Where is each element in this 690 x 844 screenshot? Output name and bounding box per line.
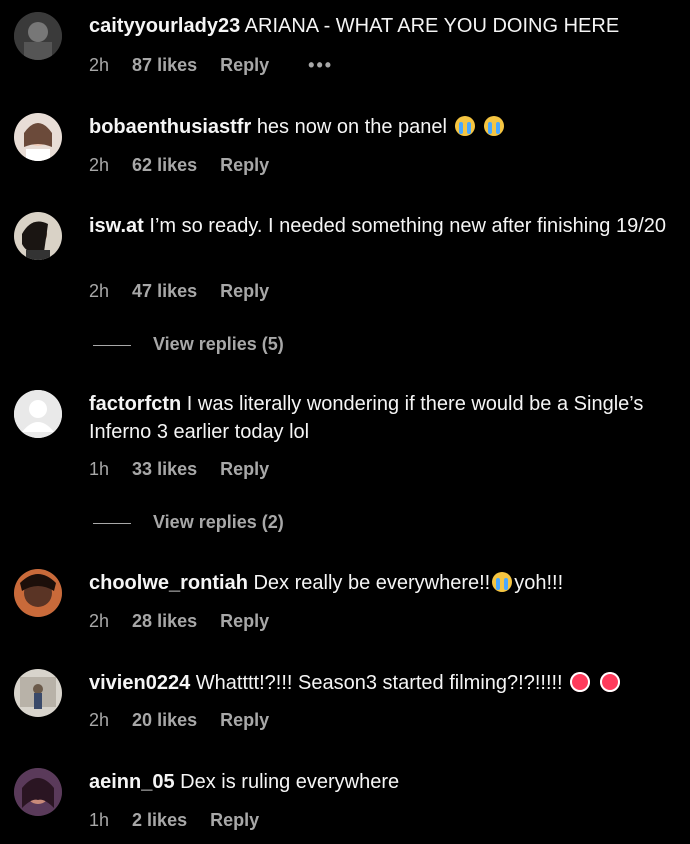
comment-username[interactable]: aeinn_05 [89,771,175,793]
comment-meta: 2h 20 likes Reply [89,710,287,731]
avatar[interactable] [14,12,62,60]
view-replies-label: View replies (2) [153,512,284,532]
comment-username[interactable]: vivien0224 [89,672,190,694]
likes-count[interactable]: 33 likes [132,459,197,479]
heart-emoji [570,672,591,692]
reply-button[interactable]: Reply [220,459,269,479]
comment-time: 1h [89,459,110,479]
crying-face-emoji [492,572,513,592]
comment-time: 2h [89,155,110,175]
view-replies-button[interactable]: View replies (2) [93,512,284,533]
comment-username[interactable]: choolwe_rontiah [89,572,248,594]
comment-meta: 1h 2 likes Reply [89,810,277,831]
comment-body: ARIANA - WHAT ARE YOU DOING HERE [244,15,620,37]
avatar[interactable] [14,390,62,438]
comment-time: 2h [89,611,110,631]
comment-body: Dex really be everywhere!! [253,572,491,594]
crying-face-emoji [454,116,475,136]
likes-count[interactable]: 28 likes [132,611,197,631]
avatar[interactable] [14,212,62,260]
comment-meta: 2h 28 likes Reply [89,611,287,632]
likes-count[interactable]: 20 likes [132,710,197,730]
comment-text: isw.at I’m so ready. I needed something … [89,212,679,240]
comment-username[interactable]: bobaenthusiastfr [89,116,251,138]
heart-emoji [599,672,620,692]
comment-text: aeinn_05 Dex is ruling everywhere [89,768,679,796]
more-options-icon[interactable]: ••• [308,55,333,75]
comment-time: 2h [89,710,110,730]
comment-text: vivien0224 Whatttt!?!!! Season3 started … [89,669,679,697]
comment-username[interactable]: isw.at [89,215,144,237]
comment-meta: 1h 33 likes Reply [89,459,287,480]
divider [93,522,131,524]
comment-body: hes now on the panel [256,116,447,138]
comment-list: caityyourlady23 ARIANA - WHAT ARE YOU DO… [0,0,690,844]
divider [93,344,131,346]
comment-body-end: yoh!!! [514,572,564,594]
comment-meta: 2h 87 likes Reply ••• [89,55,351,76]
comment-body: I’m so ready. I needed something new aft… [149,215,667,237]
comment-body: Whatttt!?!!! Season3 started filming?!?!… [195,672,563,694]
reply-button[interactable]: Reply [220,55,269,75]
likes-count[interactable]: 87 likes [132,55,197,75]
avatar[interactable] [14,768,62,816]
comment-meta: 2h 62 likes Reply [89,155,287,176]
avatar[interactable] [14,113,62,161]
comment-username[interactable]: caityyourlady23 [89,15,240,37]
comment-body: Dex is ruling everywhere [180,771,400,793]
likes-count[interactable]: 62 likes [132,155,197,175]
comment-text: caityyourlady23 ARIANA - WHAT ARE YOU DO… [89,12,679,40]
likes-count[interactable]: 2 likes [132,810,187,830]
comment-username[interactable]: factorfctn [89,393,181,415]
comment-time: 2h [89,55,110,75]
comment-text: choolwe_rontiah Dex really be everywhere… [89,569,679,597]
comment-time: 1h [89,810,110,830]
view-replies-button[interactable]: View replies (5) [93,334,284,355]
reply-button[interactable]: Reply [220,281,269,301]
reply-button[interactable]: Reply [220,710,269,730]
avatar[interactable] [14,669,62,717]
comment-text: factorfctn I was literally wondering if … [89,390,679,446]
reply-button[interactable]: Reply [210,810,259,830]
likes-count[interactable]: 47 likes [132,281,197,301]
reply-button[interactable]: Reply [220,155,269,175]
view-replies-label: View replies (5) [153,334,284,354]
reply-button[interactable]: Reply [220,611,269,631]
comment-text: bobaenthusiastfr hes now on the panel [89,113,679,141]
comment-time: 2h [89,281,110,301]
avatar[interactable] [14,569,62,617]
comment-meta: 2h 47 likes Reply [89,281,287,302]
crying-face-emoji [484,116,505,136]
